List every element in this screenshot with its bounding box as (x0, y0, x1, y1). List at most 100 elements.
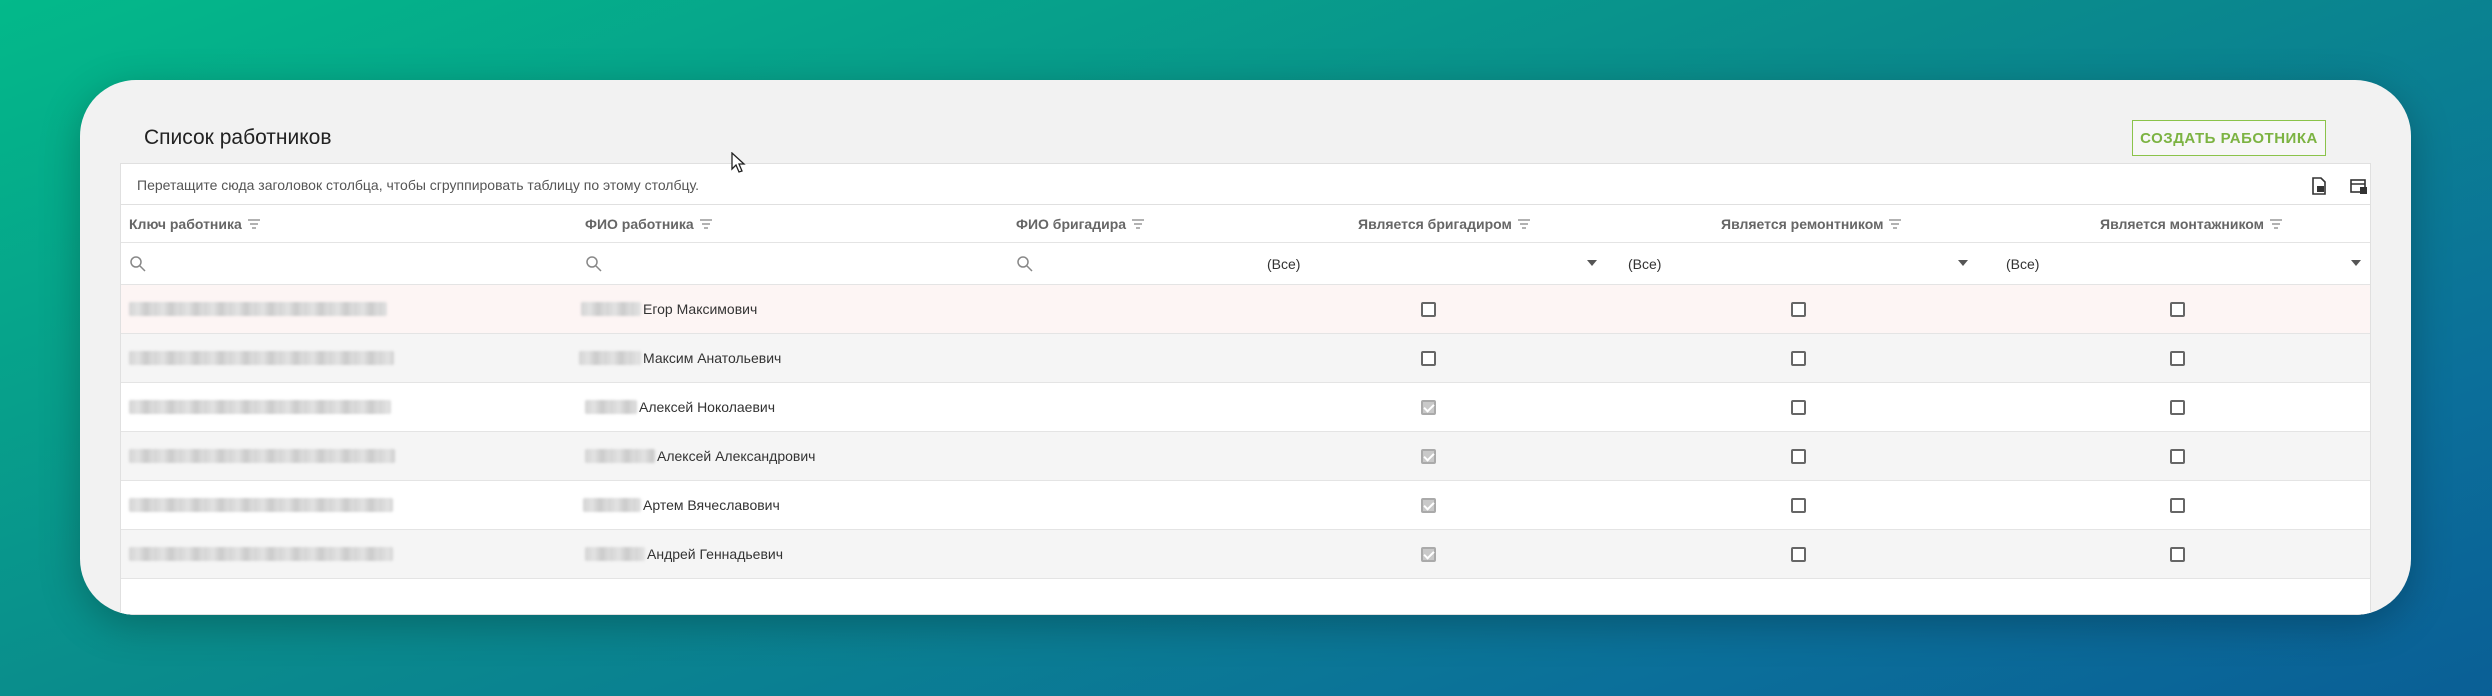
worker-key-cell (129, 334, 394, 382)
is-foreman-cell (1421, 481, 1436, 529)
select-value: (Все) (1628, 255, 1662, 272)
redacted-text (583, 498, 641, 512)
column-header-key[interactable]: Ключ работника (129, 205, 260, 242)
create-worker-button[interactable]: СОЗДАТЬ РАБОТНИКА (2132, 120, 2326, 156)
is-repairman-filter-select[interactable]: (Все) (1628, 243, 1978, 284)
worker-name-cell: Артем Вячеславович (583, 481, 780, 529)
chevron-down-icon (1958, 260, 1968, 266)
worker-name: Егор Максимович (643, 301, 758, 317)
filter-icon[interactable] (247, 218, 260, 229)
is-foreman-filter-select[interactable]: (Все) (1267, 243, 1607, 284)
column-header-label: ФИО работника (585, 215, 694, 232)
export-excel-icon[interactable] (2308, 175, 2330, 197)
is-repairman-cell (1791, 383, 1806, 431)
is-installer-checkbox[interactable] (2170, 497, 2185, 513)
key-filter-input[interactable] (129, 243, 569, 284)
redacted-text (585, 449, 655, 463)
filter-icon[interactable] (1889, 218, 1902, 229)
is-installer-checkbox[interactable] (2170, 301, 2185, 317)
redacted-text (129, 547, 393, 561)
is-repairman-checkbox[interactable] (1791, 497, 1806, 513)
worker-name-cell: Андрей Геннадьевич (585, 530, 783, 578)
redacted-text (129, 449, 395, 463)
is-installer-cell (2170, 383, 2185, 431)
is-installer-cell (2170, 530, 2185, 578)
table-row[interactable]: Алексей Александрович (121, 432, 2370, 481)
name-filter-input[interactable] (585, 243, 1005, 284)
worker-name-cell: Максим Анатольевич (579, 334, 781, 382)
redacted-text (579, 351, 641, 365)
is-foreman-cell (1421, 530, 1436, 578)
mouse-cursor-icon (731, 152, 746, 173)
redacted-text (129, 400, 391, 414)
page-title: Список работников (144, 126, 332, 149)
is-repairman-cell (1791, 530, 1806, 578)
is-foreman-checkbox[interactable] (1421, 350, 1436, 366)
is-repairman-checkbox[interactable] (1791, 448, 1806, 464)
filter-row: (Все) (Все) (Все) (121, 243, 2370, 285)
is-repairman-cell (1791, 285, 1806, 333)
worker-name: Андрей Геннадьевич (647, 546, 784, 562)
is-repairman-checkbox[interactable] (1791, 301, 1806, 317)
filter-icon[interactable] (1132, 218, 1145, 229)
worker-name-cell: Егор Максимович (581, 285, 757, 333)
worker-name: Максим Анатольевич (643, 350, 782, 366)
table-row[interactable]: Максим Анатольевич (121, 334, 2370, 383)
is-installer-checkbox[interactable] (2170, 350, 2185, 366)
is-foreman-checkbox[interactable] (1421, 546, 1436, 562)
workers-card: Список работников СОЗДАТЬ РАБОТНИКА Пере… (80, 80, 2411, 615)
column-header-is-repairman[interactable]: Является ремонтником (1721, 205, 1902, 242)
worker-key-cell (129, 432, 395, 480)
is-repairman-cell (1791, 481, 1806, 529)
select-value: (Все) (2006, 255, 2040, 272)
workers-grid: Перетащите сюда заголовок столбца, чтобы… (120, 163, 2371, 615)
filter-icon[interactable] (699, 218, 712, 229)
search-icon (586, 255, 602, 272)
table-row[interactable]: Егор Максимович (121, 285, 2370, 334)
is-repairman-checkbox[interactable] (1791, 546, 1806, 562)
is-repairman-checkbox[interactable] (1791, 399, 1806, 415)
worker-name: Артем Вячеславович (643, 497, 780, 513)
is-installer-checkbox[interactable] (2170, 546, 2185, 562)
worker-key-cell (129, 481, 393, 529)
is-installer-filter-select[interactable]: (Все) (2006, 243, 2366, 284)
worker-name: Алексей Ноколаевич (639, 399, 776, 415)
is-repairman-cell (1791, 334, 1806, 382)
column-header-foreman-name[interactable]: ФИО бригадира (1016, 205, 1145, 242)
worker-key-cell (129, 530, 393, 578)
column-header-label: Является бригадиром (1358, 215, 1512, 232)
filter-icon[interactable] (1517, 218, 1530, 229)
group-panel[interactable]: Перетащите сюда заголовок столбца, чтобы… (121, 164, 2370, 205)
is-foreman-checkbox[interactable] (1421, 448, 1436, 464)
table-row[interactable]: Андрей Геннадьевич (121, 530, 2370, 579)
is-repairman-checkbox[interactable] (1791, 350, 1806, 366)
is-foreman-checkbox[interactable] (1421, 497, 1436, 513)
column-chooser-icon[interactable] (2348, 175, 2370, 197)
redacted-text (129, 302, 387, 316)
worker-key-cell (129, 383, 391, 431)
is-foreman-checkbox[interactable] (1421, 399, 1436, 415)
search-icon (1017, 255, 1033, 272)
is-installer-checkbox[interactable] (2170, 399, 2185, 415)
column-header-is-foreman[interactable]: Является бригадиром (1358, 205, 1530, 242)
redacted-text (129, 498, 393, 512)
group-panel-hint: Перетащите сюда заголовок столбца, чтобы… (137, 177, 699, 193)
column-header-label: Является ремонтником (1721, 215, 1884, 232)
header-row: Ключ работника ФИО работника ФИО бригади… (121, 205, 2370, 243)
table-row[interactable]: Алексей Ноколаевич (121, 383, 2370, 432)
worker-name: Алексей Александрович (657, 448, 816, 464)
redacted-text (581, 302, 641, 316)
redacted-text (585, 547, 645, 561)
redacted-text (129, 351, 394, 365)
column-header-name[interactable]: ФИО работника (585, 205, 712, 242)
table-row[interactable]: Артем Вячеславович (121, 481, 2370, 530)
is-foreman-cell (1421, 432, 1436, 480)
worker-name-cell: Алексей Александрович (585, 432, 815, 480)
is-foreman-checkbox[interactable] (1421, 301, 1436, 317)
filter-icon[interactable] (2270, 218, 2283, 229)
is-installer-checkbox[interactable] (2170, 448, 2185, 464)
is-installer-cell (2170, 432, 2185, 480)
foreman-name-filter-input[interactable] (1016, 243, 1256, 284)
is-installer-cell (2170, 481, 2185, 529)
column-header-is-installer[interactable]: Является монтажником (2100, 205, 2283, 242)
